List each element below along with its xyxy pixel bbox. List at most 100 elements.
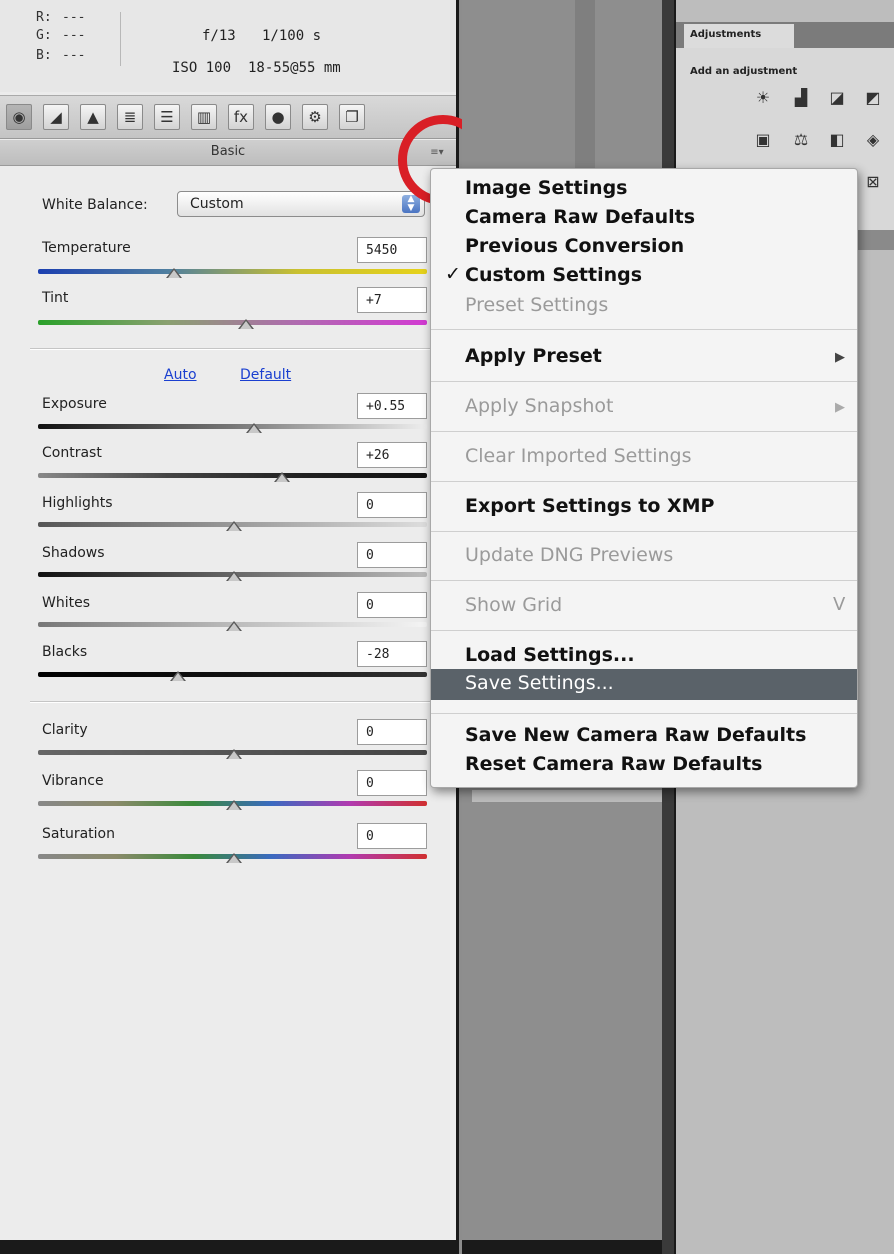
brightness-icon[interactable]: ☀ bbox=[752, 88, 774, 108]
camera-calibration-icon[interactable]: ● bbox=[265, 104, 291, 130]
exposure-field[interactable]: +0.55 bbox=[357, 393, 427, 419]
detail-icon[interactable]: ▲ bbox=[80, 104, 106, 130]
menu-apply-preset[interactable]: Apply Preset bbox=[465, 345, 602, 367]
select-arrows-icon: ▲ ▼ bbox=[402, 195, 420, 213]
section-title: Basic bbox=[210, 144, 246, 159]
tint-label: Tint bbox=[42, 290, 69, 306]
temperature-thumb[interactable] bbox=[166, 268, 182, 278]
r-label: R: bbox=[36, 10, 52, 25]
section-header: Basic ≡▾ bbox=[0, 140, 456, 166]
exposure-label: Exposure bbox=[42, 396, 107, 412]
saturation-label: Saturation bbox=[42, 826, 115, 842]
levels-icon[interactable]: ▟ bbox=[790, 88, 812, 108]
lens-corrections-icon[interactable]: ▥ bbox=[191, 104, 217, 130]
hsl-icon[interactable]: ≣ bbox=[117, 104, 143, 130]
adjustments-tab[interactable]: Adjustments bbox=[684, 24, 794, 48]
preview-lower-bar bbox=[472, 790, 662, 802]
temperature-slider[interactable] bbox=[38, 269, 427, 274]
whites-label: Whites bbox=[42, 595, 91, 611]
menu-save-settings[interactable]: Save Settings... bbox=[431, 669, 857, 700]
vibrance-thumb[interactable] bbox=[226, 800, 242, 810]
aperture-readout: f/13 bbox=[202, 28, 236, 44]
tone-curve-icon[interactable]: ◢ bbox=[43, 104, 69, 130]
color-balance-icon[interactable]: ⚖ bbox=[790, 130, 812, 150]
submenu-arrow-icon: ▶ bbox=[835, 350, 845, 365]
highlights-field[interactable]: 0 bbox=[357, 492, 427, 518]
clarity-field[interactable]: 0 bbox=[357, 719, 427, 745]
menu-separator bbox=[431, 481, 857, 482]
panel-tabs: ◉ ◢ ▲ ≣ ☰ ▥ fx ● ⚙ ❐ bbox=[0, 95, 456, 139]
r-value: --- bbox=[62, 10, 86, 25]
section-divider bbox=[30, 348, 430, 350]
whites-thumb[interactable] bbox=[226, 621, 242, 631]
black-white-icon[interactable]: ◧ bbox=[826, 130, 848, 150]
white-balance-value: Custom bbox=[190, 196, 244, 212]
g-label: G: bbox=[36, 28, 52, 43]
menu-separator bbox=[431, 531, 857, 532]
show-grid-shortcut: V bbox=[833, 594, 846, 615]
blacks-label: Blacks bbox=[42, 644, 88, 660]
shadows-field[interactable]: 0 bbox=[357, 542, 427, 568]
menu-separator bbox=[431, 431, 857, 432]
exposure-slider[interactable] bbox=[38, 424, 427, 429]
exposure-thumb[interactable] bbox=[246, 423, 262, 433]
contrast-slider[interactable] bbox=[38, 473, 427, 478]
highlights-label: Highlights bbox=[42, 495, 113, 511]
b-label: B: bbox=[36, 48, 52, 63]
iso-readout: ISO 100 bbox=[172, 60, 232, 76]
photo-filter-icon[interactable]: ◈ bbox=[862, 130, 884, 150]
vibrance-adj-icon[interactable]: ▣ bbox=[752, 130, 774, 150]
menu-save-new-defaults[interactable]: Save New Camera Raw Defaults bbox=[465, 724, 806, 746]
menu-show-grid: Show Grid bbox=[465, 594, 563, 616]
aperture-icon[interactable]: ◉ bbox=[6, 104, 32, 130]
menu-separator bbox=[431, 381, 857, 382]
blacks-thumb[interactable] bbox=[170, 671, 186, 681]
menu-load-settings[interactable]: Load Settings... bbox=[465, 644, 635, 666]
menu-previous-conversion[interactable]: Previous Conversion bbox=[465, 235, 684, 257]
curves-icon[interactable]: ◪ bbox=[826, 88, 848, 108]
split-toning-icon[interactable]: ☰ bbox=[154, 104, 180, 130]
b-value: --- bbox=[62, 48, 86, 63]
white-balance-select[interactable]: Custom ▲ ▼ bbox=[177, 191, 425, 217]
contrast-field[interactable]: +26 bbox=[357, 442, 427, 468]
whites-field[interactable]: 0 bbox=[357, 592, 427, 618]
snapshots-icon[interactable]: ❐ bbox=[339, 104, 365, 130]
contrast-thumb[interactable] bbox=[274, 472, 290, 482]
menu-reset-defaults[interactable]: Reset Camera Raw Defaults bbox=[465, 753, 762, 775]
info-readout: R: --- G: --- B: --- f/13 1/100 s ISO 10… bbox=[0, 0, 456, 92]
menu-save-settings-label: Save Settings... bbox=[465, 672, 614, 694]
effects-icon[interactable]: fx bbox=[228, 104, 254, 130]
auto-link[interactable]: Auto bbox=[164, 367, 197, 383]
tint-field[interactable]: +7 bbox=[357, 287, 427, 313]
menu-custom-settings[interactable]: Custom Settings bbox=[465, 264, 642, 286]
g-value: --- bbox=[62, 28, 86, 43]
vibrance-field[interactable]: 0 bbox=[357, 770, 427, 796]
presets-icon[interactable]: ⚙ bbox=[302, 104, 328, 130]
contrast-label: Contrast bbox=[42, 445, 102, 461]
white-balance-label: White Balance: bbox=[42, 197, 148, 213]
saturation-field[interactable]: 0 bbox=[357, 823, 427, 849]
shadows-thumb[interactable] bbox=[226, 571, 242, 581]
clarity-thumb[interactable] bbox=[226, 749, 242, 759]
menu-separator bbox=[431, 580, 857, 581]
channel-mixer-icon[interactable]: ⊠ bbox=[862, 172, 884, 192]
menu-separator bbox=[431, 329, 857, 330]
tint-slider[interactable] bbox=[38, 320, 427, 325]
highlights-thumb[interactable] bbox=[226, 521, 242, 531]
tint-thumb[interactable] bbox=[238, 319, 254, 329]
default-link[interactable]: Default bbox=[240, 367, 291, 383]
preview-strip bbox=[575, 0, 595, 170]
blacks-field[interactable]: -28 bbox=[357, 641, 427, 667]
exposure-adj-icon[interactable]: ◩ bbox=[862, 88, 884, 108]
preview-bottom-bar bbox=[462, 1240, 672, 1254]
temperature-field[interactable]: 5450 bbox=[357, 237, 427, 263]
shadows-label: Shadows bbox=[42, 545, 105, 561]
saturation-thumb[interactable] bbox=[226, 853, 242, 863]
menu-preset-settings: Preset Settings bbox=[465, 294, 609, 316]
blacks-slider[interactable] bbox=[38, 672, 427, 677]
menu-export-xmp[interactable]: Export Settings to XMP bbox=[465, 495, 715, 517]
menu-camera-raw-defaults[interactable]: Camera Raw Defaults bbox=[465, 206, 695, 228]
menu-image-settings[interactable]: Image Settings bbox=[465, 177, 627, 199]
camera-raw-panel: R: --- G: --- B: --- f/13 1/100 s ISO 10… bbox=[0, 0, 459, 1254]
add-adjustment-label: Add an adjustment bbox=[690, 66, 798, 77]
